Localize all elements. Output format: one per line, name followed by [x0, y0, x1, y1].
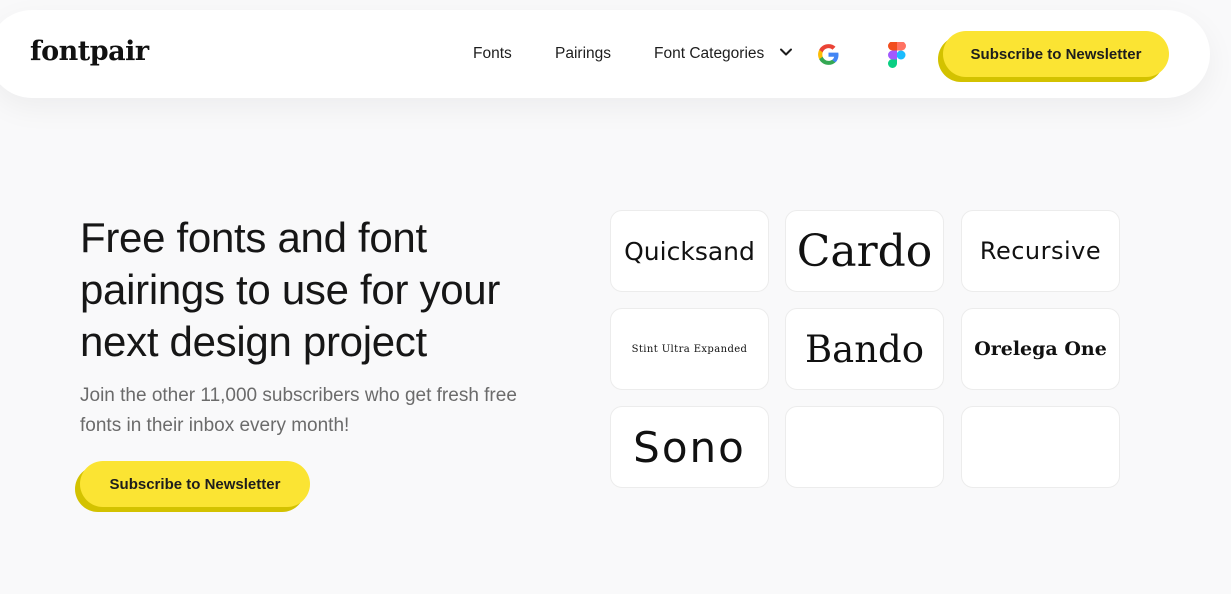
nav-link-font-categories[interactable]: Font Categories — [654, 45, 764, 63]
nav-link-pairings[interactable]: Pairings — [555, 45, 611, 63]
hero-subtitle: Join the other 11,000 subscribers who ge… — [80, 385, 517, 436]
font-card-bando[interactable]: Bando — [785, 308, 944, 390]
font-card-quicksand[interactable]: Quicksand — [610, 210, 769, 292]
hero-title: Free fonts and font pairings to use for … — [80, 214, 501, 365]
figma-icon[interactable] — [888, 42, 906, 68]
font-card-recursive[interactable]: Recursive — [961, 210, 1120, 292]
font-card-stint-ultra-expanded[interactable]: Stint Ultra Expanded — [610, 308, 769, 390]
subscribe-newsletter-button-hero[interactable]: Subscribe to Newsletter — [80, 461, 310, 507]
nav-link-fonts[interactable]: Fonts — [473, 45, 512, 63]
font-card-cardo[interactable]: Cardo — [785, 210, 944, 292]
google-icon[interactable] — [816, 42, 841, 67]
subscribe-newsletter-button-header[interactable]: Subscribe to Newsletter — [943, 31, 1169, 77]
chevron-down-icon[interactable] — [779, 45, 793, 59]
site-logo[interactable]: fontpair — [30, 36, 149, 67]
font-card-orelega-one[interactable]: Orelega One — [961, 308, 1120, 390]
font-card-empty[interactable] — [785, 406, 944, 488]
font-card-empty[interactable] — [961, 406, 1120, 488]
font-card-sono[interactable]: Sono — [610, 406, 769, 488]
